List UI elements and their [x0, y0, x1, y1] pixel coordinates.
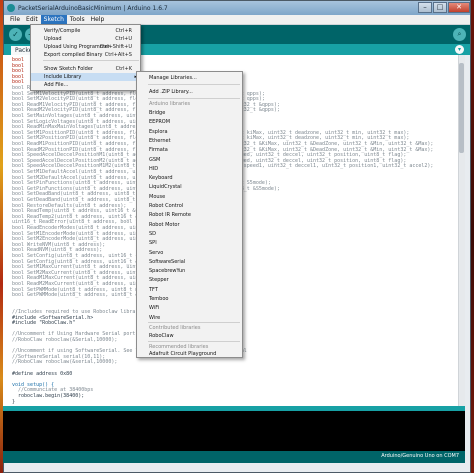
maximize-button[interactable]: □: [433, 2, 447, 13]
library-item[interactable]: Firmata: [137, 146, 242, 154]
sketch-dropdown-menu: Verify/Compile Ctrl+R Upload Ctrl+U Upload U…: [30, 24, 141, 91]
status-bar: Arduino/Genuino Uno on COM7: [3, 451, 465, 463]
library-item[interactable]: WiFi: [137, 304, 242, 312]
library-item[interactable]: SpacebrewYun: [137, 267, 242, 275]
library-item[interactable]: Robot IR Remote: [137, 211, 242, 219]
menu-item-label: Verify/Compile: [44, 28, 81, 34]
menu-item-label: Show Sketch Folder: [44, 66, 93, 72]
menu-item-label: Include Library: [44, 74, 82, 80]
window-controls: – □ ✕: [417, 2, 470, 14]
verify-button[interactable]: ✓: [9, 28, 22, 41]
library-item[interactable]: Adafruit Circuit Playground: [137, 350, 242, 358]
arduino-app-icon: [7, 4, 15, 12]
menu-item-label: Add File...: [44, 82, 69, 88]
title-bar[interactable]: PacketSerialArduinoBasicMinimum | Arduin…: [4, 1, 470, 15]
scrollbar-thumb[interactable]: [459, 63, 464, 153]
library-item[interactable]: Keyboard: [137, 174, 242, 182]
include-library-item[interactable]: Include Library▸: [31, 73, 140, 81]
show-sketch-folder-item[interactable]: Show Sketch Folder Ctrl+K: [31, 65, 140, 73]
upload-programmer-item[interactable]: Upload Using Programmer Ctrl+Shift+U: [31, 43, 140, 51]
add-file-item[interactable]: Add File...: [31, 81, 140, 89]
library-item[interactable]: Esplora: [137, 128, 242, 136]
library-item[interactable]: Temboo: [137, 295, 242, 303]
library-item[interactable]: TFT: [137, 286, 242, 294]
menu-sketch[interactable]: Sketch: [40, 14, 67, 25]
tab-menu-icon[interactable]: ▾: [455, 45, 464, 54]
library-item[interactable]: Ethernet: [137, 137, 242, 145]
menu-item-shortcut: Ctrl+Alt+S: [104, 52, 132, 58]
menu-item-label: Upload: [44, 36, 62, 42]
manage-libraries-item[interactable]: Manage Libraries...: [137, 74, 242, 82]
arduino-libraries-header: Arduino libraries: [149, 101, 191, 107]
serial-monitor-icon[interactable]: ⌕: [453, 28, 466, 41]
code-line[interactable]: //RoboClaw roboclaw(&Serial,10000);: [12, 337, 117, 343]
code-line[interactable]: roboclaw.begin(38400);: [12, 393, 84, 399]
library-item[interactable]: SPI: [137, 239, 242, 247]
menu-file[interactable]: File: [7, 15, 23, 25]
menu-item-label: Export compiled Binary: [44, 52, 103, 58]
library-item[interactable]: Robot Control: [137, 202, 242, 210]
library-item[interactable]: EEPROM: [137, 118, 242, 126]
library-item[interactable]: SD: [137, 230, 242, 238]
menu-tools[interactable]: Tools: [67, 15, 88, 25]
library-item[interactable]: LiquidCrystal: [137, 183, 242, 191]
code-line[interactable]: bool GetPWMMode(uint8_t address, uint8_t…: [12, 292, 157, 298]
code-line[interactable]: #include "RoboClaw.h": [12, 320, 75, 326]
library-item[interactable]: SoftwareSerial: [137, 258, 242, 266]
menu-separator: [148, 341, 240, 342]
editor-scrollbar[interactable]: [458, 55, 465, 406]
menu-edit[interactable]: Edit: [23, 15, 41, 25]
code-line[interactable]: //RoboClaw roboclaw(&serial,10000);: [12, 359, 117, 365]
library-item[interactable]: RoboClaw: [137, 332, 242, 340]
library-item[interactable]: Servo: [137, 249, 242, 257]
window-title: PacketSerialArduinoBasicMinimum | Arduin…: [18, 4, 168, 12]
code-line[interactable]: #define address 0x80: [12, 371, 72, 377]
library-item[interactable]: Wire: [137, 314, 242, 322]
code-line[interactable]: }: [12, 399, 15, 405]
menu-separator: [43, 60, 139, 61]
contributed-libraries-header: Contributed libraries: [149, 325, 201, 331]
upload-item[interactable]: Upload Ctrl+U: [31, 35, 140, 43]
menu-separator: [148, 322, 240, 323]
menu-help[interactable]: Help: [88, 15, 108, 25]
menu-item-shortcut: Ctrl+R: [115, 28, 132, 34]
include-library-submenu: Manage Libraries... Add .ZIP Library... Ar…: [136, 71, 243, 358]
board-status: Arduino/Genuino Uno on COM7: [381, 453, 459, 459]
verify-compile-item[interactable]: Verify/Compile Ctrl+R: [31, 27, 140, 35]
menu-separator: [148, 98, 240, 99]
console-output: [3, 411, 465, 451]
menu-separator: [148, 84, 240, 85]
minimize-button[interactable]: –: [418, 2, 432, 13]
export-binary-item[interactable]: Export compiled Binary Ctrl+Alt+S: [31, 51, 140, 59]
library-item[interactable]: Stepper: [137, 276, 242, 284]
close-button[interactable]: ✕: [448, 2, 470, 13]
library-item[interactable]: HID: [137, 165, 242, 173]
library-item[interactable]: Bridge: [137, 109, 242, 117]
library-item[interactable]: Robot Motor: [137, 221, 242, 229]
menu-item-shortcut: Ctrl+U: [115, 36, 132, 42]
menu-item-shortcut: Ctrl+K: [115, 66, 132, 72]
add-zip-library-item[interactable]: Add .ZIP Library...: [137, 88, 242, 96]
library-item[interactable]: Mouse: [137, 193, 242, 201]
library-item[interactable]: GSM: [137, 156, 242, 164]
menu-item-shortcut: Ctrl+Shift+U: [99, 44, 132, 50]
